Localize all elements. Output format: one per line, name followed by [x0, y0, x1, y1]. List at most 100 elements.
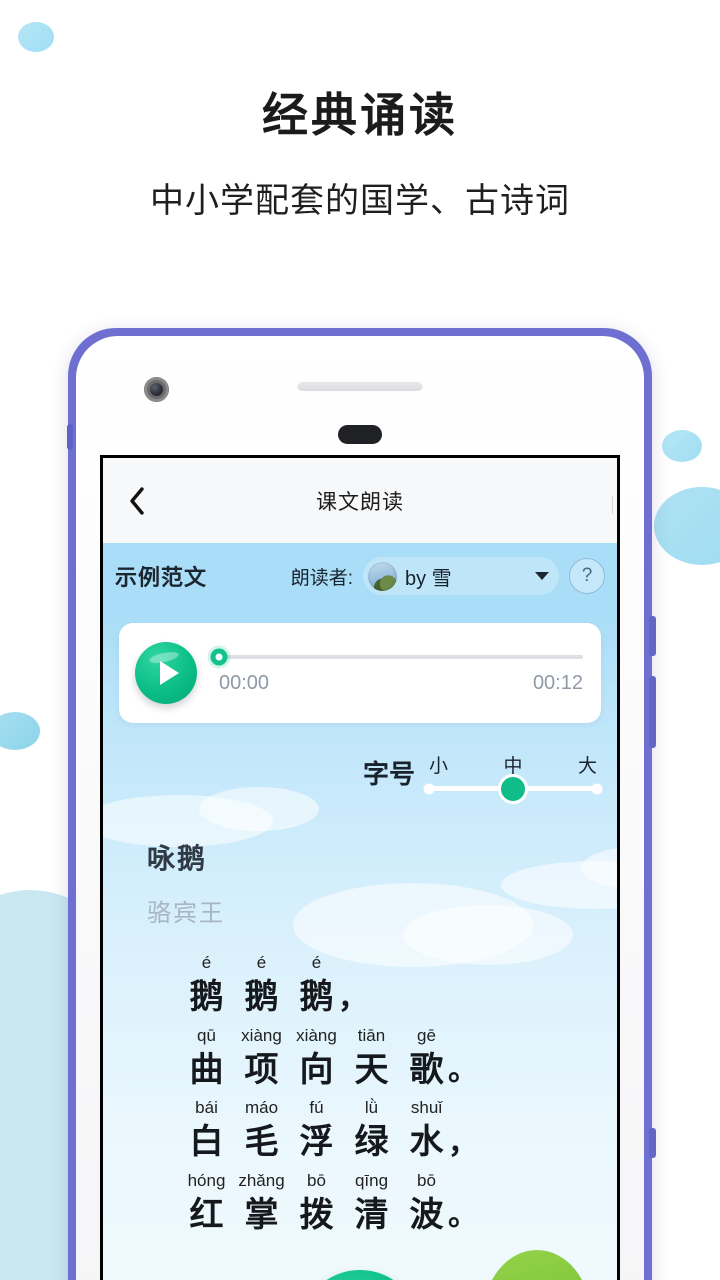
bush-icon	[483, 1250, 591, 1280]
poem-character[interactable]: gē 歌	[399, 1025, 454, 1092]
poem-character[interactable]: é鹅	[234, 953, 289, 1019]
current-time: 00:00	[219, 672, 270, 694]
poem-character[interactable]: bō 拨	[289, 1170, 344, 1237]
poem-title: 咏鹅	[147, 843, 208, 874]
poem-character[interactable]: bō 波	[399, 1170, 454, 1237]
pinyin-text: qū	[197, 1025, 216, 1045]
chevron-left-icon	[128, 486, 146, 516]
poem-author: 骆宾王	[147, 900, 225, 927]
pinyin-text: xiàng	[241, 1025, 282, 1045]
phone-bezel: 课文朗读 示例范文 朗读者: by 雪 ? 00:00 00:12 字号 小 中…	[76, 336, 644, 1280]
hanzi-text: 拨	[299, 1195, 334, 1234]
page-subtitle: 中小学配套的国学、古诗词	[150, 182, 570, 221]
pinyin-text: é	[201, 953, 212, 972]
poem-character[interactable]: qīng 清	[344, 1170, 399, 1237]
pinyin-text: bō	[307, 1170, 326, 1190]
hanzi-text: 曲	[189, 1050, 224, 1089]
font-size-option-large[interactable]: 大	[578, 751, 597, 778]
phone-side-button-volume-down	[649, 676, 656, 748]
earpiece-speaker	[297, 382, 423, 391]
poem-character[interactable]: bái 白	[179, 1098, 234, 1164]
hanzi-text: 项	[244, 1050, 279, 1089]
poem-line: qū 曲 xiàng 项 xiàng 向 tiān 天 gē 歌。	[179, 1025, 617, 1092]
hanzi-text: 水	[409, 1123, 444, 1161]
phone-mockup: 课文朗读 示例范文 朗读者: by 雪 ? 00:00 00:12 字号 小 中…	[67, 328, 656, 1280]
font-size-control: 字号 小 中 大	[103, 723, 617, 804]
back-button[interactable]	[117, 481, 157, 521]
poem-character[interactable]: é鹅	[179, 953, 234, 1019]
reader-controls: 朗读者: by 雪 ?	[291, 557, 605, 595]
avatar	[368, 561, 397, 591]
hanzi-text: 波	[409, 1195, 444, 1234]
poem-character[interactable]: tiān 天	[344, 1025, 399, 1092]
pinyin-text: qīng	[354, 1170, 389, 1190]
front-camera-icon	[144, 377, 169, 402]
phone-side-notch	[67, 424, 73, 450]
font-size-tick-left	[423, 783, 435, 794]
poem-line: é 鹅 é 鹅 é 鹅，	[179, 953, 617, 1019]
font-size-tick-right	[591, 783, 603, 794]
poem-punctuation: ，	[448, 1126, 478, 1160]
pinyin-text: bō	[417, 1170, 436, 1190]
play-button[interactable]	[135, 642, 197, 704]
reader-select[interactable]: by 雪	[363, 557, 559, 595]
pinyin-text: bái	[195, 1098, 218, 1117]
pinyin-text: zhǎng	[238, 1170, 285, 1190]
poem-character[interactable]: qū 曲	[179, 1025, 234, 1092]
reader-name: by 雪	[405, 567, 452, 590]
hanzi-text: 鹅	[189, 978, 224, 1016]
poem-punctuation: 。	[448, 1199, 478, 1232]
promo-page: 经典诵读 中小学配套的国学、古诗词 课文朗读 示例范文 朗读者: by 雪 ? …	[0, 0, 720, 1280]
pinyin-text: gē	[417, 1025, 436, 1045]
section-label: 示例范文	[115, 565, 208, 590]
poem-character[interactable]: lǜ 绿	[344, 1098, 399, 1164]
app-bar-title: 课文朗读	[316, 490, 404, 514]
page-title: 经典诵读	[262, 89, 458, 141]
hanzi-text: 清	[354, 1195, 389, 1234]
hanzi-text: 红	[189, 1195, 224, 1234]
promo-headings: 经典诵读 中小学配套的国学、古诗词	[0, 0, 720, 222]
font-size-label: 字号	[362, 759, 415, 789]
pinyin-text: tiān	[357, 1025, 386, 1045]
lesson-body: 00:00 00:12 字号 小 中 大 咏鹅 骆宾王 é 鹅 é 鹅 é 鹅 …	[103, 609, 617, 1280]
progress-slider[interactable]	[210, 648, 583, 666]
poem-character[interactable]: zhǎng 掌	[234, 1170, 289, 1237]
total-time: 00:12	[532, 672, 583, 694]
poem-character[interactable]: fú 浮	[289, 1098, 344, 1164]
poem-section: 咏鹅 骆宾王 é 鹅 é 鹅 é 鹅， qū 曲 xiàng 项 xiàng 向 tiān 天 gē 歌。 bá…	[103, 787, 617, 1237]
pinyin-text: é	[256, 953, 267, 972]
record-button[interactable]	[299, 1270, 421, 1280]
font-size-track[interactable]	[423, 773, 603, 804]
hanzi-text: 向	[299, 1050, 334, 1089]
hanzi-text: 天	[354, 1050, 389, 1089]
phone-screen: 课文朗读 示例范文 朗读者: by 雪 ? 00:00 00:12 字号 小 中…	[100, 455, 620, 1280]
poem-character[interactable]: é鹅	[289, 953, 344, 1019]
poem-character[interactable]: máo 毛	[234, 1098, 289, 1164]
font-size-slider[interactable]: 小 中 大	[423, 751, 603, 804]
phone-side-button-power	[649, 1128, 656, 1158]
chevron-down-icon	[535, 572, 549, 580]
poem-character[interactable]: xiàng 向	[289, 1025, 344, 1092]
audio-player-card: 00:00 00:12	[119, 623, 601, 723]
poem-character[interactable]: shuǐ 水	[399, 1098, 454, 1164]
pinyin-text: lǜ	[364, 1098, 379, 1117]
hanzi-text: 歌	[409, 1050, 444, 1089]
font-size-option-small[interactable]: 小	[429, 751, 448, 778]
record-section	[103, 1244, 617, 1280]
poem-lines: é 鹅 é 鹅 é 鹅， qū 曲 xiàng 项 xiàng 向 tiān 天 gē 歌。 bái 白 máo 毛 f…	[103, 953, 617, 1237]
help-button[interactable]: ?	[569, 558, 605, 594]
reader-field-label: 朗读者:	[290, 567, 353, 589]
pinyin-text: xiàng	[296, 1025, 337, 1045]
pinyin-text: fú	[309, 1098, 324, 1117]
hanzi-text: 浮	[299, 1123, 334, 1161]
audio-track: 00:00 00:12	[210, 648, 583, 695]
poem-character[interactable]: xiàng 项	[234, 1025, 289, 1092]
pinyin-text: hóng	[187, 1170, 226, 1190]
poem-header: 咏鹅 骆宾王	[103, 799, 617, 928]
progress-thumb[interactable]	[210, 648, 228, 666]
hanzi-text: 毛	[244, 1123, 279, 1161]
decor-blob-left-small	[0, 712, 40, 750]
app-bar: 课文朗读	[103, 458, 617, 543]
poem-character[interactable]: hóng 红	[179, 1170, 234, 1237]
time-labels: 00:00 00:12	[219, 672, 583, 695]
